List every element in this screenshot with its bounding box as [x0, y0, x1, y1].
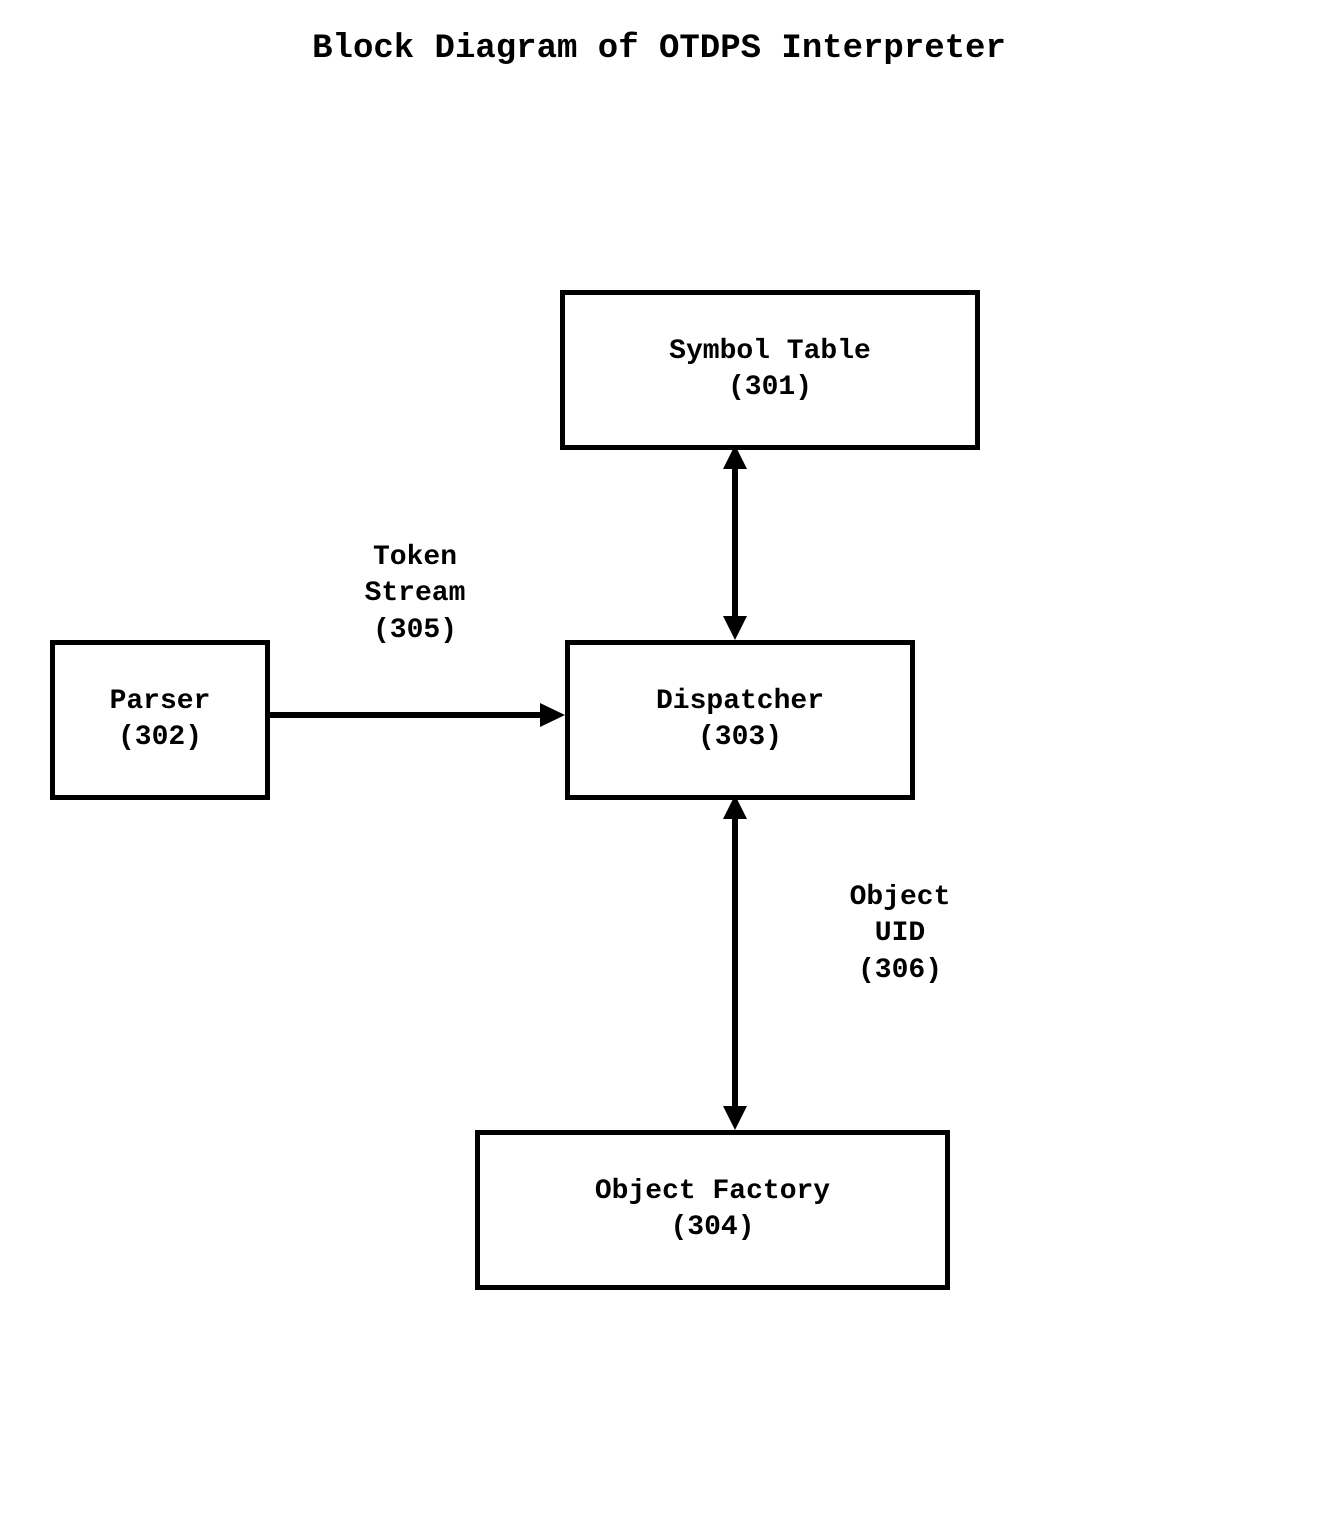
box-object-factory-label2: (304)	[670, 1210, 754, 1246]
label-token-stream-2: Stream	[315, 576, 515, 612]
label-object-uid-3: (306)	[800, 953, 1000, 989]
label-token-stream-3: (305)	[315, 613, 515, 649]
box-object-factory-label1: Object Factory	[595, 1174, 830, 1210]
box-symbol-table: Symbol Table (301)	[560, 290, 980, 450]
box-symbol-table-label2: (301)	[728, 370, 812, 406]
label-token-stream-1: Token	[315, 540, 515, 576]
arrow-parser-to-dispatcher	[265, 700, 565, 740]
diagram-title: Block Diagram of OTDPS Interpreter	[0, 30, 1318, 68]
arrow-dispatcher-objectfactory	[715, 795, 755, 1130]
box-object-factory: Object Factory (304)	[475, 1130, 950, 1290]
box-dispatcher-label2: (303)	[698, 720, 782, 756]
box-symbol-table-label1: Symbol Table	[669, 334, 871, 370]
diagram-container: Block Diagram of OTDPS Interpreter Symbo…	[0, 0, 1318, 1529]
arrow-symboltable-dispatcher	[715, 445, 755, 640]
box-dispatcher-label1: Dispatcher	[656, 684, 824, 720]
label-object-uid-1: Object	[800, 880, 1000, 916]
label-object-uid: Object UID (306)	[800, 880, 1000, 989]
box-parser-label1: Parser	[110, 684, 211, 720]
label-object-uid-2: UID	[800, 916, 1000, 952]
box-dispatcher: Dispatcher (303)	[565, 640, 915, 800]
box-parser-label2: (302)	[118, 720, 202, 756]
label-token-stream: Token Stream (305)	[315, 540, 515, 649]
box-parser: Parser (302)	[50, 640, 270, 800]
